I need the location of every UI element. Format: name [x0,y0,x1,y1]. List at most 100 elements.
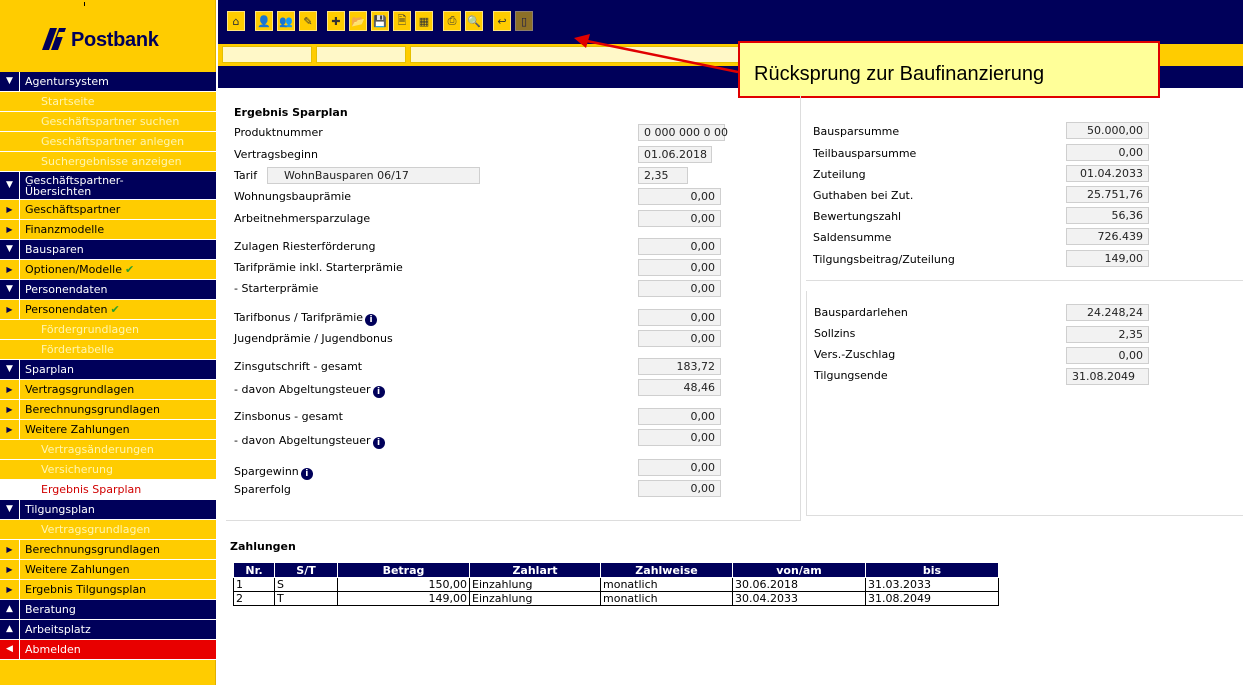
nav-item-geschaeftspartner[interactable]: ▶ Geschäftspartner [0,200,216,220]
arbeitnehmersparzulage-label: Arbeitnehmersparzulage [234,212,371,225]
spargewinn-value: 0,00 [638,459,721,476]
chevron-down-icon: ▼ [0,72,20,91]
nav-section-sparplan[interactable]: ▼ Sparplan [0,360,216,380]
table-cell: 30.04.2033 [732,591,866,606]
wohnungsbaupraemie-label: Wohnungsbauprämie [234,190,352,203]
nav-item-t-weitere-zahlungen[interactable]: ▶ Weitere Zahlungen [0,560,216,580]
column-header: bis [865,562,999,578]
nav-item-label: Vertragsgrundlagen [25,383,135,396]
nav-item-vertragsgrundlagen[interactable]: ▶ Vertragsgrundlagen [0,380,216,400]
nav-item-finanzmodelle[interactable]: ▶ Finanzmodelle [0,220,216,240]
nav-item-gp-anlegen: Geschäftspartner anlegen [0,132,216,152]
toolbar: ⌂ 👤 👥 ✎ ✚ 📂 💾 🗎 ▦ ⎙ 🔍 ↩ ▯ [227,11,533,31]
bausparsumme-value: 50.000,00 [1066,122,1149,139]
user-edit-icon[interactable]: ✎ [299,11,317,31]
chevron-down-icon: ▼ [0,360,20,379]
logo-area: Postbank [0,0,215,72]
nav-item-label: Geschäftspartner [25,203,121,216]
chevron-right-icon: ▶ [0,580,20,599]
nav-item-suchergebnisse: Suchergebnisse anzeigen [0,152,216,172]
return-icon[interactable]: ↩ [493,11,511,31]
nav-item-foerdergrundlagen: Fördergrundlagen [0,320,216,340]
info-icon[interactable]: i [365,314,378,326]
guthaben-value: 25.751,76 [1066,186,1149,203]
nav-section-agentursystem[interactable]: ▼ Agentursystem [0,72,216,92]
chevron-down-icon: ▼ [0,500,20,519]
nav-item-optionen[interactable]: ▶ Optionen/Modelle ✔ [0,260,216,280]
zulagen-value: 0,00 [638,238,721,255]
nav-item-foerdertabelle: Fördertabelle [0,340,216,360]
nav-item-t-berechnungsgrundlagen[interactable]: ▶ Berechnungsgrundlagen [0,540,216,560]
print-icon[interactable]: ⎙ [443,11,461,31]
nav-item-label: Fördertabelle [41,343,114,356]
info-icon[interactable]: i [300,468,313,480]
divider [84,2,85,6]
column-header: S/T [274,562,338,578]
nav-item-ergebnis-tilgungsplan[interactable]: ▶ Ergebnis Tilgungsplan [0,580,216,600]
zuteilung-value: 01.04.2033 [1066,165,1149,182]
info-icon[interactable]: i [372,437,385,449]
nav-item-text: Optionen/Modelle [25,263,123,276]
guthaben-label: Guthaben bei Zut. [813,189,914,202]
nav-section-bausparen[interactable]: ▼ Bausparen [0,240,216,260]
chevron-right-icon: ▶ [0,560,20,579]
vertragsbeginn-value: 01.06.2018 [638,146,712,163]
callout-note: Rücksprung zur Baufinanzierung [738,41,1160,98]
table-cell: monatlich [600,577,733,592]
header-field-1[interactable] [222,46,312,63]
table-cell: 30.06.2018 [732,577,866,592]
nav-section-label: Beratung [25,603,76,616]
chevron-up-icon: ▲ [0,620,20,639]
nav-section-gp-uebersichten[interactable]: ▼ Geschäftspartner- Übersichten [0,172,216,200]
user-icon[interactable]: 👤 [255,11,273,31]
new-document-icon[interactable]: ✚ [327,11,345,31]
table-cell: Einzahlung [469,577,601,592]
chevron-down-icon: ▼ [0,240,20,259]
add-user-icon[interactable]: 👥 [277,11,295,31]
nav-item-gp-suchen: Geschäftspartner suchen [0,112,216,132]
logout-button[interactable]: ◀ Abmelden [0,640,216,660]
spargewinn-text: Spargewinn [234,465,299,478]
save-as-icon[interactable]: 🗎 [393,11,411,31]
column-header: Betrag [337,562,470,578]
column-header: Zahlart [469,562,601,578]
zuschlag-label: Vers.-Zuschlag [814,348,896,361]
print-preview-icon[interactable]: 🔍 [465,11,483,31]
header-field-2[interactable] [316,46,406,63]
nav-item-label: Ergebnis Tilgungsplan [25,583,147,596]
table-cell: 149,00 [337,591,470,606]
starterpraemie-value: 0,00 [638,280,721,297]
nav-item-weitere-zahlungen[interactable]: ▶ Weitere Zahlungen [0,420,216,440]
sidebar-nav: ▼ Agentursystem Startseite Geschäftspart… [0,72,216,660]
nav-item-label: Optionen/Modelle ✔ [20,260,134,279]
zinsbonus-value: 0,00 [638,408,721,425]
table-cell: 1 [233,577,275,592]
save-icon[interactable]: 💾 [371,11,389,31]
nav-section-personendaten[interactable]: ▼ Personendaten [0,280,216,300]
info-icon[interactable]: i [372,386,385,398]
starterpraemie-label: - Starterprämie [234,282,319,295]
nav-item-personendaten[interactable]: ▶ Personendaten ✔ [0,300,216,320]
abgeltungsteuer-2-value: 0,00 [638,429,721,446]
nav-item-ergebnis-sparplan[interactable]: Ergebnis Sparplan [0,480,216,500]
nav-item-berechnungsgrundlagen[interactable]: ▶ Berechnungsgrundlagen [0,400,216,420]
nav-section-beratung[interactable]: ▲ Beratung [0,600,216,620]
home-icon[interactable]: ⌂ [227,11,245,31]
nav-section-arbeitsplatz[interactable]: ▲ Arbeitsplatz [0,620,216,640]
table-cell: 2 [233,591,275,606]
main-content: Ergebnis Sparplan Produktnummer 0 000 00… [226,96,1243,685]
nav-item-text: Personendaten [25,303,108,316]
zinsgutschrift-value: 183,72 [638,358,721,375]
open-folder-icon[interactable]: 📂 [349,11,367,31]
document-icon[interactable]: ▯ [515,11,533,31]
nav-section-tilgungsplan[interactable]: ▼ Tilgungsplan [0,500,216,520]
tilgungsbeitrag-label: Tilgungsbeitrag/Zuteilung [813,253,955,266]
wohnungsbaupraemie-value: 0,00 [638,188,721,205]
nav-item-label: Vertragsgrundlagen [41,523,151,536]
calculator-icon[interactable]: ▦ [415,11,433,31]
abgeltungsteuer-text: - davon Abgeltungsteuer [234,434,371,447]
chevron-right-icon: ▶ [0,420,20,439]
saldensumme-value: 726.439 [1066,228,1149,245]
nav-item-label: Berechnungsgrundlagen [25,403,160,416]
chevron-right-icon: ▶ [0,380,20,399]
